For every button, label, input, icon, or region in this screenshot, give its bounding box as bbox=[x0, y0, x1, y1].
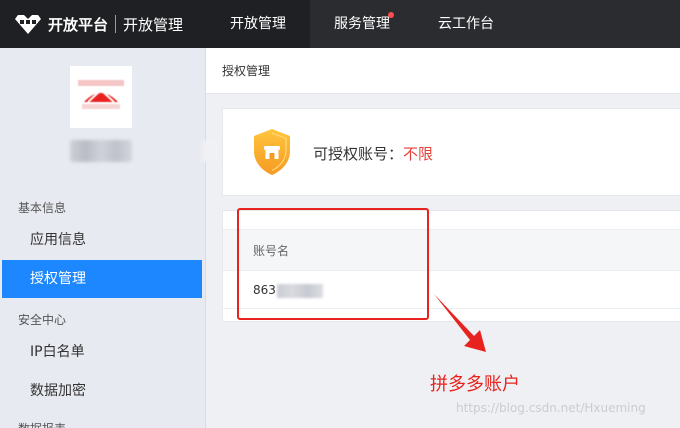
watermark: https://blog.csdn.net/Hxueming bbox=[456, 401, 646, 415]
platform-name: 开放平台 bbox=[48, 15, 109, 34]
logo-icon bbox=[15, 15, 41, 34]
section-title-security: 安全中心 bbox=[18, 313, 67, 327]
app-logo-icon bbox=[70, 66, 132, 128]
redacted-fragment bbox=[202, 140, 220, 162]
shield-store-icon bbox=[254, 129, 290, 175]
annotation-highlight-box bbox=[237, 208, 429, 320]
sidebar-item-ip-whitelist[interactable]: IP白名单 bbox=[2, 333, 202, 371]
sidebar-item-authorization[interactable]: 授权管理 bbox=[2, 260, 202, 298]
brand-divider bbox=[115, 15, 117, 33]
top-nav: 开放管理 服务管理 云工作台 bbox=[206, 0, 518, 48]
annotation-arrow-icon bbox=[434, 294, 486, 352]
auth-value-unlimited: 不限 bbox=[403, 145, 434, 163]
section-title-basic-info: 基本信息 bbox=[18, 201, 67, 215]
section-title-data-report: 数据报表 bbox=[18, 420, 66, 428]
authorizable-accounts-label: 可授权账号：不限 bbox=[313, 143, 433, 164]
sidebar-item-app-info[interactable]: 应用信息 bbox=[2, 221, 202, 259]
nav-item-label: 服务管理 bbox=[334, 16, 390, 32]
top-navigation-bar: 开放平台 开放管理 开放管理 服务管理 云工作台 bbox=[0, 0, 680, 48]
product-name: 开放管理 bbox=[123, 15, 184, 34]
nav-item-service-management[interactable]: 服务管理 bbox=[310, 0, 414, 48]
brand-area[interactable]: 开放平台 开放管理 bbox=[0, 0, 206, 48]
authorization-summary-card: 可授权账号：不限 bbox=[222, 108, 680, 196]
sidebar-item-data-encryption[interactable]: 数据加密 bbox=[2, 372, 202, 410]
annotation-text: 拼多多账户 bbox=[430, 374, 520, 395]
breadcrumb: 授权管理 bbox=[206, 48, 680, 94]
sidebar: 基本信息 应用信息 授权管理 安全中心 IP白名单 数据加密 数据报表 bbox=[0, 48, 220, 428]
notification-dot bbox=[388, 12, 394, 18]
auth-label-text: 可授权账号： bbox=[313, 145, 404, 163]
nav-item-open-management[interactable]: 开放管理 bbox=[206, 0, 310, 48]
app-name-redacted bbox=[70, 140, 132, 162]
nav-item-cloud-workbench[interactable]: 云工作台 bbox=[414, 0, 518, 48]
